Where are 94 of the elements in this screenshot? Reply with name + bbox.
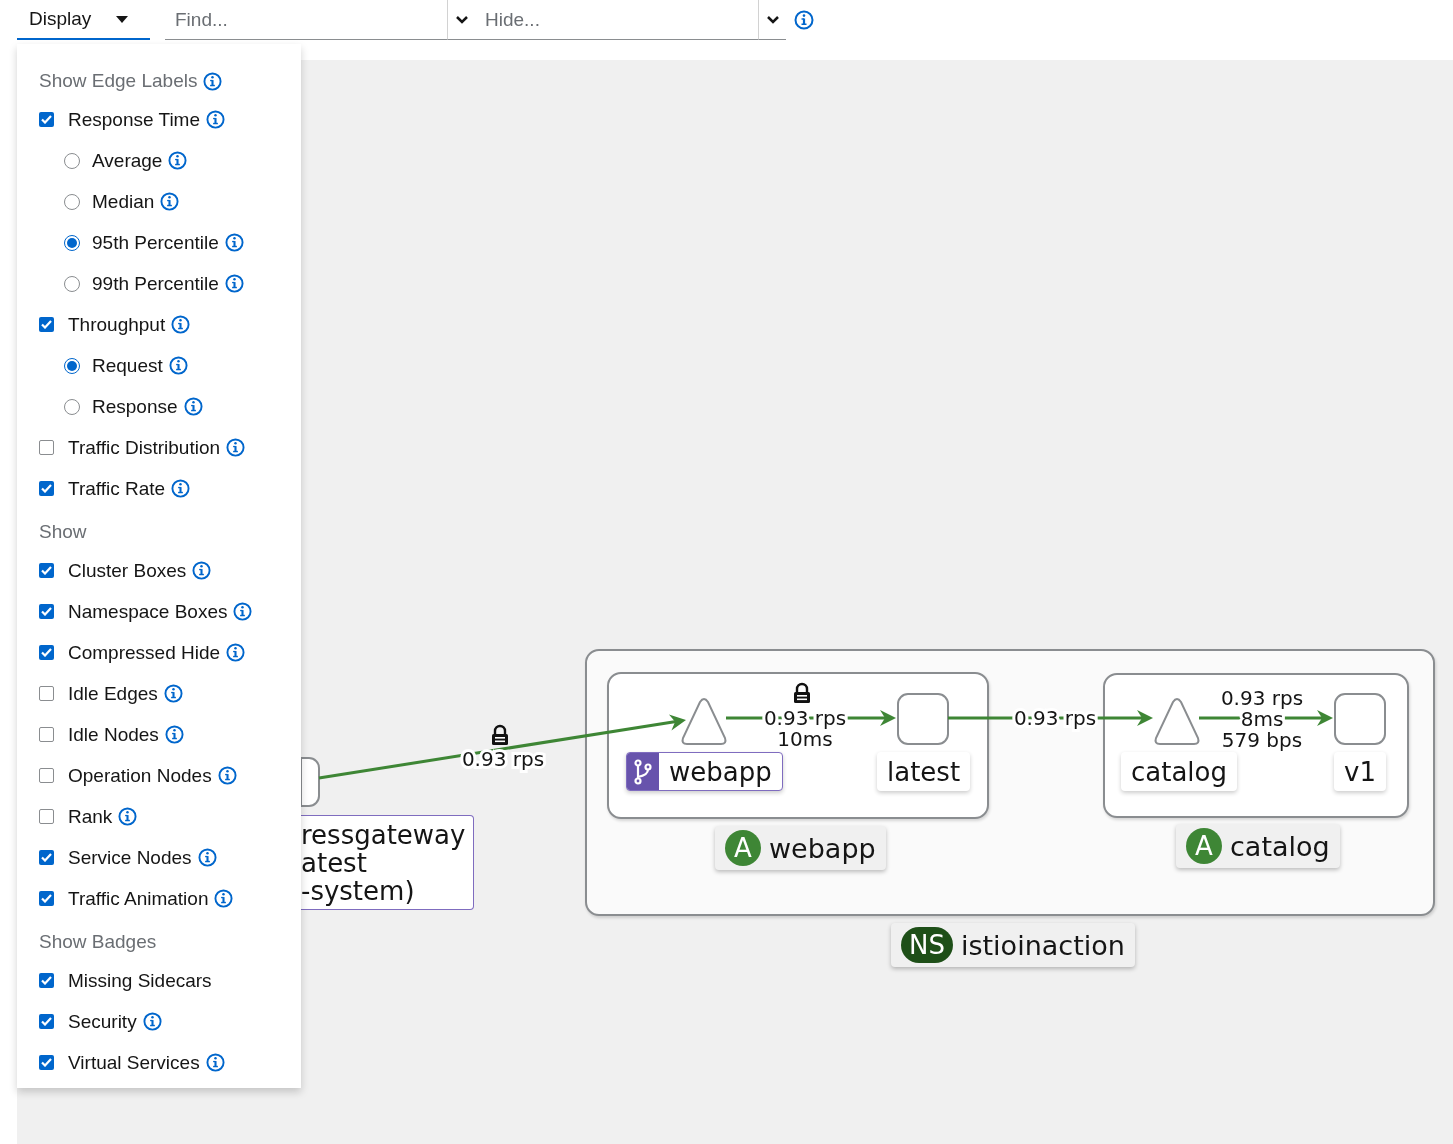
section-heading: Show Badges <box>39 931 157 953</box>
checkbox[interactable] <box>39 891 54 906</box>
checkbox[interactable] <box>39 1014 54 1029</box>
checkbox[interactable] <box>39 850 54 865</box>
workload-node[interactable] <box>897 693 949 745</box>
checkbox-label[interactable]: Compressed Hide <box>68 641 221 664</box>
checkbox-label[interactable]: Security <box>68 1010 137 1033</box>
info-icon[interactable] <box>197 848 217 867</box>
node-label: v1 <box>1334 752 1386 791</box>
radio-label[interactable]: Request <box>92 354 163 377</box>
radio-label[interactable]: Response <box>92 395 178 418</box>
info-icon[interactable] <box>233 602 253 621</box>
namespace-name: istioinaction <box>960 929 1125 961</box>
checkbox[interactable] <box>39 112 54 127</box>
checkbox-label[interactable]: Virtual Services <box>68 1051 200 1074</box>
edge-label: 0.93 rps <box>1220 686 1304 710</box>
section-heading: Show <box>39 521 87 543</box>
node-label: latest <box>877 752 971 791</box>
info-icon[interactable] <box>171 315 191 334</box>
info-icon[interactable] <box>214 889 234 908</box>
info-icon[interactable] <box>142 1012 162 1031</box>
hide-dropdown-button[interactable] <box>758 0 786 40</box>
app-name: webapp <box>769 832 876 864</box>
find-dropdown-button[interactable] <box>447 0 475 40</box>
edge-label: 0.93 rps <box>461 747 545 771</box>
checkbox-label[interactable]: Rank <box>68 805 113 828</box>
radio-button[interactable] <box>64 152 80 169</box>
app-name: catalog <box>1230 830 1330 862</box>
workload-node[interactable] <box>1334 693 1386 745</box>
info-icon[interactable] <box>168 356 188 375</box>
section-heading: Show Edge Labels <box>39 70 198 92</box>
service-node[interactable] <box>681 698 727 745</box>
chevron-down-icon <box>766 15 779 24</box>
radio-button[interactable] <box>64 357 80 374</box>
info-icon[interactable] <box>224 233 244 252</box>
checkbox-label[interactable]: Cluster Boxes <box>68 559 187 582</box>
branch-icon <box>633 758 653 785</box>
checkbox-label[interactable]: Throughput <box>68 313 166 336</box>
checkbox[interactable] <box>39 563 54 578</box>
radio-button[interactable] <box>64 275 80 292</box>
info-icon[interactable] <box>164 725 184 744</box>
caret-icon <box>116 15 128 23</box>
checkbox[interactable] <box>39 768 54 783</box>
radio-button[interactable] <box>64 193 80 210</box>
info-icon[interactable] <box>192 561 212 580</box>
checkbox-label[interactable]: Response Time <box>68 108 200 131</box>
info-icon[interactable] <box>183 397 203 416</box>
info-icon[interactable] <box>206 110 225 129</box>
checkbox-label[interactable]: Missing Sidecars <box>68 969 212 992</box>
info-icon[interactable] <box>794 10 814 30</box>
info-icon[interactable] <box>160 192 180 211</box>
node-label: ressgateway atest -system) <box>301 815 474 910</box>
checkbox[interactable] <box>39 481 54 496</box>
checkbox[interactable] <box>39 440 54 455</box>
checkbox-label[interactable]: Idle Edges <box>68 682 158 705</box>
checkbox[interactable] <box>39 727 54 742</box>
info-icon[interactable] <box>163 684 183 703</box>
checkbox[interactable] <box>39 1055 54 1070</box>
info-icon[interactable] <box>205 1053 225 1072</box>
app-badge: A <box>1186 828 1222 864</box>
node-label: webapp <box>626 752 783 791</box>
node-label: catalog <box>1121 752 1237 791</box>
edge-label: 579 bps <box>1221 728 1303 752</box>
checkbox-label[interactable]: Idle Nodes <box>68 723 159 746</box>
info-icon[interactable] <box>118 807 138 826</box>
checkbox[interactable] <box>39 604 54 619</box>
checkbox-label[interactable]: Operation Nodes <box>68 764 212 787</box>
namespace-badge: NS <box>901 927 953 963</box>
service-node[interactable] <box>1154 698 1200 745</box>
checkbox-label[interactable]: Namespace Boxes <box>68 600 228 623</box>
radio-button[interactable] <box>64 234 80 251</box>
checkbox[interactable] <box>39 973 54 988</box>
info-icon[interactable] <box>171 479 191 498</box>
info-icon[interactable] <box>226 438 246 457</box>
checkbox-label[interactable]: Traffic Distribution <box>68 436 221 459</box>
app-badge: A <box>725 830 761 866</box>
chevron-down-icon <box>455 15 468 24</box>
checkbox-label[interactable]: Traffic Animation <box>68 887 209 910</box>
radio-label[interactable]: 99th Percentile <box>92 272 219 295</box>
checkbox[interactable] <box>39 317 54 332</box>
info-icon[interactable] <box>168 151 188 170</box>
info-icon[interactable] <box>217 766 237 785</box>
info-icon[interactable] <box>226 643 246 662</box>
checkbox[interactable] <box>39 645 54 660</box>
checkbox-label[interactable]: Service Nodes <box>68 846 192 869</box>
radio-label[interactable]: Average <box>92 149 163 172</box>
info-icon[interactable] <box>224 274 244 293</box>
radio-label[interactable]: 95th Percentile <box>92 231 219 254</box>
checkbox-label[interactable]: Traffic Rate <box>68 477 166 500</box>
radio-button[interactable] <box>64 398 80 415</box>
radio-label[interactable]: Median <box>92 190 155 213</box>
checkbox[interactable] <box>39 809 54 824</box>
info-icon[interactable] <box>203 71 223 91</box>
checkbox[interactable] <box>39 686 54 701</box>
